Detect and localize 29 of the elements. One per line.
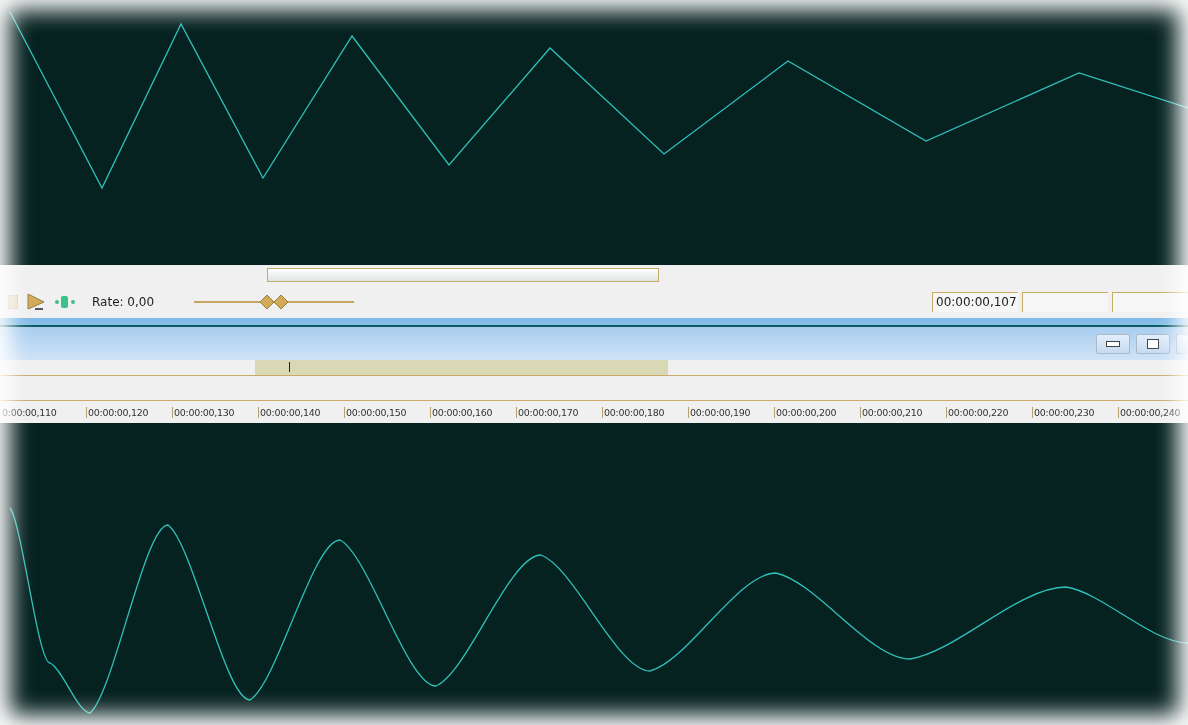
time-label: 00:00:00,140 xyxy=(258,406,344,418)
slider-thumb[interactable] xyxy=(260,294,288,309)
close-button[interactable] xyxy=(1176,333,1188,354)
restore-button[interactable] xyxy=(1136,333,1170,354)
scrollbar[interactable] xyxy=(267,268,659,282)
time-label: 00:00:00,170 xyxy=(516,406,602,418)
marker-icon[interactable] xyxy=(54,294,76,309)
time-label: 00:00:00,130 xyxy=(172,406,258,418)
time-label: 00:00:00,120 xyxy=(86,406,172,418)
time-label: 00:00:00,240 xyxy=(1118,406,1188,418)
stop-icon[interactable] xyxy=(8,294,18,309)
time-field[interactable] xyxy=(1112,291,1188,312)
splitter-bar[interactable] xyxy=(0,318,1188,327)
time-label: 00:00:00,200 xyxy=(774,406,860,418)
time-field[interactable] xyxy=(1022,291,1108,312)
time-label: 0:00:00,110 xyxy=(1,406,58,418)
play-icon[interactable] xyxy=(26,292,46,311)
rate-label: Rate: 0,00 xyxy=(92,294,156,309)
time-label: 00:00:00,220 xyxy=(946,406,1032,418)
restore-icon xyxy=(1147,338,1159,349)
minimize-icon xyxy=(1106,340,1120,347)
time-label: 00:00:00,180 xyxy=(602,406,688,418)
time-label: 00:00:00,190 xyxy=(688,406,774,418)
time-field[interactable]: 00:00:00,107 xyxy=(932,291,1018,312)
time-label: 00:00:00,160 xyxy=(430,406,516,418)
minimize-button[interactable] xyxy=(1096,333,1130,354)
time-label: 00:00:00,230 xyxy=(1032,406,1118,418)
time-label: 00:00:00,210 xyxy=(860,406,946,418)
time-label: 00:00:00,150 xyxy=(344,406,430,418)
